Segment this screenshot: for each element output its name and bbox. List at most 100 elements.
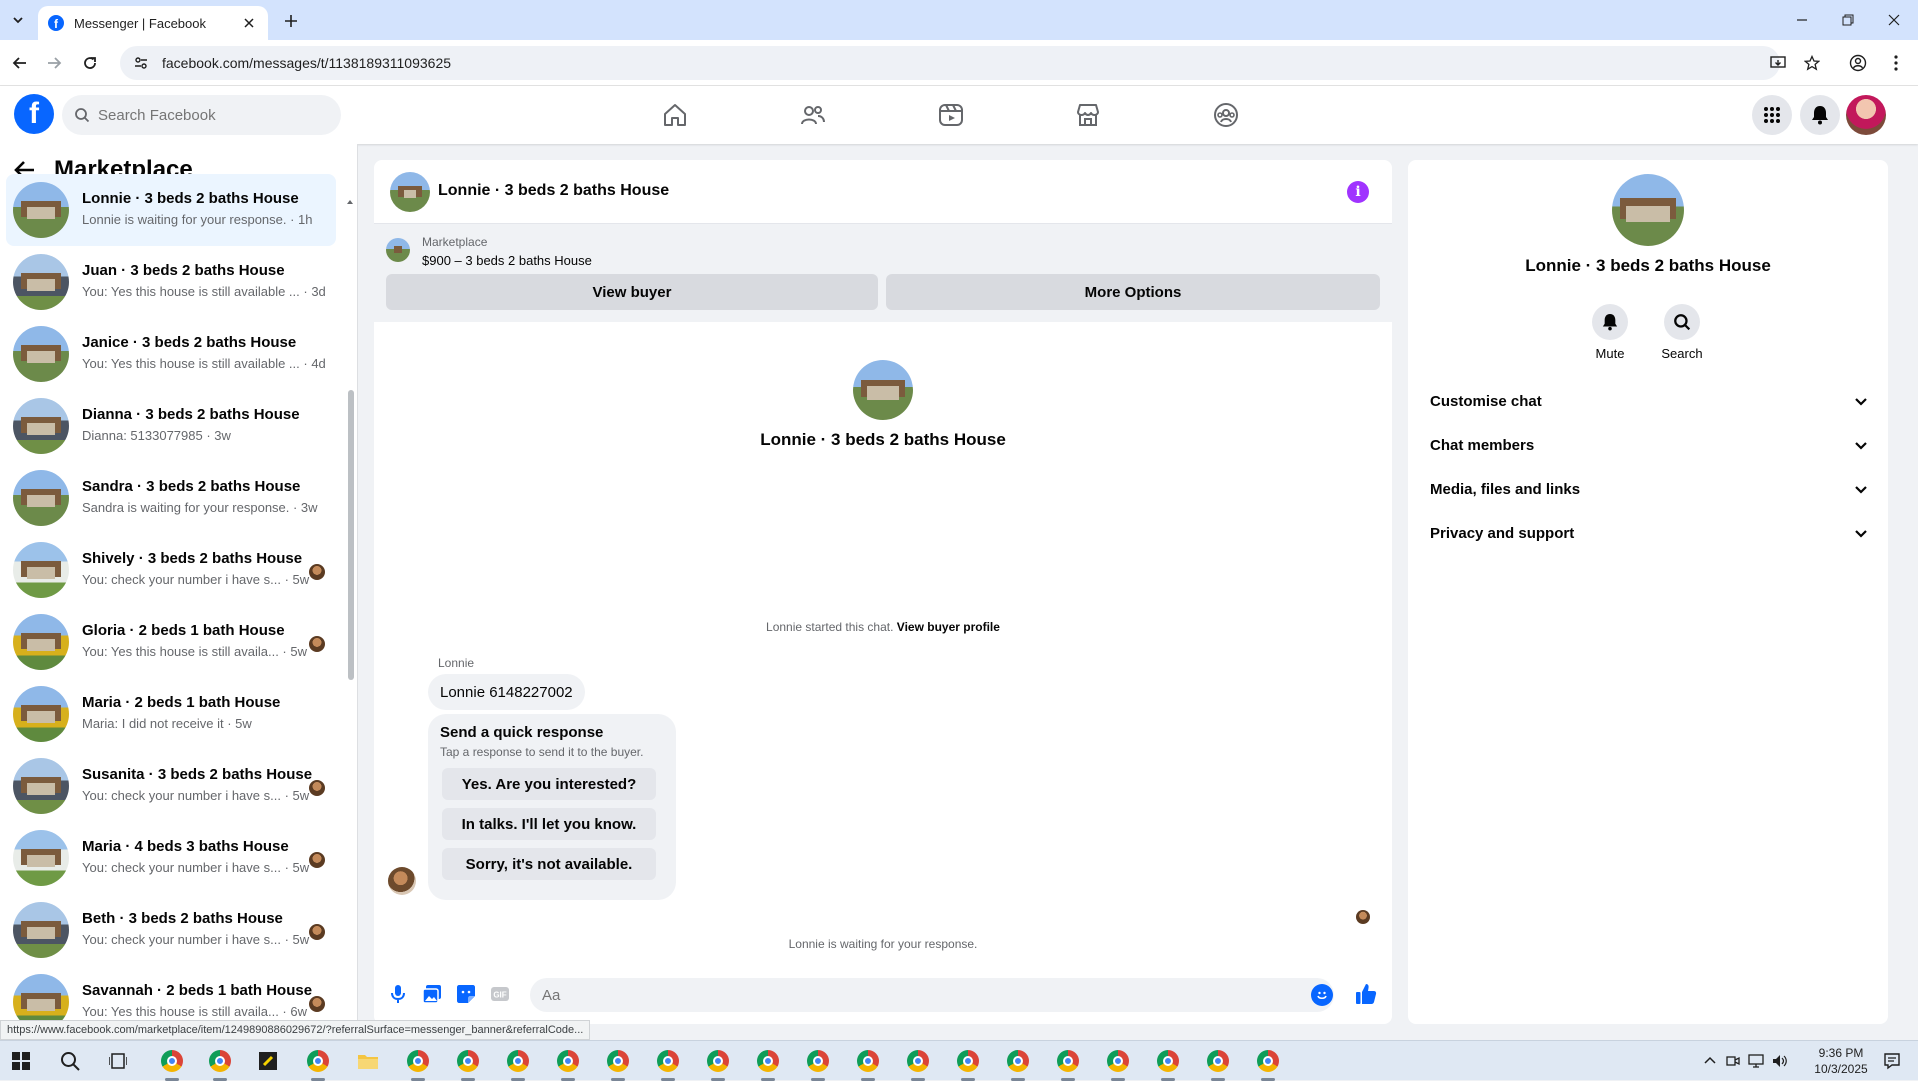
friends-icon[interactable] bbox=[788, 90, 838, 140]
mute-button[interactable]: Mute bbox=[1580, 304, 1640, 361]
privacy-support-section[interactable]: Privacy and support bbox=[1416, 513, 1880, 553]
restore-icon[interactable] bbox=[1828, 8, 1868, 32]
task-view-icon[interactable] bbox=[106, 1049, 130, 1073]
view-buyer-button[interactable]: View buyer bbox=[386, 274, 878, 310]
chevron-down-icon bbox=[1855, 398, 1867, 406]
taskbar-clock[interactable]: 9:36 PM 10/3/2025 bbox=[1806, 1045, 1876, 1077]
windows-start-icon[interactable] bbox=[9, 1049, 33, 1073]
chrome-taskbar-icon[interactable] bbox=[606, 1049, 630, 1073]
back-icon[interactable] bbox=[8, 51, 32, 75]
chrome-taskbar-icon[interactable] bbox=[160, 1049, 184, 1073]
chrome-taskbar-icon[interactable] bbox=[906, 1049, 930, 1073]
notifications-bell-icon[interactable] bbox=[1800, 95, 1840, 135]
chat-list-item[interactable]: Shively · 3 beds 2 baths House You: check… bbox=[6, 534, 336, 606]
chrome-taskbar-icon[interactable] bbox=[406, 1049, 430, 1073]
quick-response-button[interactable]: In talks. I'll let you know. bbox=[442, 808, 656, 840]
chrome-taskbar-icon[interactable] bbox=[656, 1049, 680, 1073]
conversation-title[interactable]: Lonnie · 3 beds 2 baths House bbox=[438, 182, 669, 200]
message-bubble[interactable]: Lonnie 6148227002 bbox=[428, 674, 585, 710]
quick-response-button[interactable]: Yes. Are you interested? bbox=[442, 768, 656, 800]
search-input[interactable] bbox=[98, 106, 318, 124]
scrollbar-thumb[interactable] bbox=[348, 390, 354, 680]
chrome-taskbar-icon[interactable] bbox=[806, 1049, 830, 1073]
details-avatar[interactable] bbox=[1612, 174, 1684, 246]
file-explorer-icon[interactable] bbox=[356, 1049, 380, 1073]
address-bar[interactable]: facebook.com/messages/t/1138189311093625 bbox=[120, 46, 1780, 80]
chat-list-item[interactable]: Juan · 3 beds 2 baths House You: Yes this… bbox=[6, 246, 336, 318]
notification-center-icon[interactable] bbox=[1880, 1049, 1904, 1073]
message-input[interactable] bbox=[530, 978, 1334, 1012]
taskbar-search-icon[interactable] bbox=[58, 1049, 82, 1073]
chrome-menu-icon[interactable] bbox=[1884, 51, 1908, 75]
media-files-links-section[interactable]: Media, files and links bbox=[1416, 469, 1880, 509]
meet-now-icon[interactable] bbox=[1726, 1054, 1740, 1068]
search-in-chat-button[interactable]: Search bbox=[1652, 304, 1712, 361]
chrome-taskbar-icon[interactable] bbox=[1006, 1049, 1030, 1073]
new-tab-icon[interactable] bbox=[280, 10, 302, 32]
chat-list-item[interactable]: Beth · 3 beds 2 baths House You: check yo… bbox=[6, 894, 336, 966]
view-buyer-profile-link[interactable]: View buyer profile bbox=[897, 620, 1000, 634]
chat-list-item[interactable]: Maria · 4 beds 3 baths House You: check y… bbox=[6, 822, 336, 894]
chrome-taskbar-icon[interactable] bbox=[1056, 1049, 1080, 1073]
chrome-taskbar-icon[interactable] bbox=[956, 1049, 980, 1073]
volume-icon[interactable] bbox=[1772, 1054, 1788, 1068]
chat-list-item[interactable]: Gloria · 2 beds 1 bath House You: Yes thi… bbox=[6, 606, 336, 678]
video-icon[interactable] bbox=[926, 90, 976, 140]
marketplace-icon[interactable] bbox=[1063, 90, 1113, 140]
site-info-icon[interactable] bbox=[134, 56, 148, 70]
emoji-icon[interactable] bbox=[1311, 984, 1333, 1006]
chat-members-section[interactable]: Chat members bbox=[1416, 425, 1880, 465]
chrome-taskbar-icon[interactable] bbox=[756, 1049, 780, 1073]
browser-tab[interactable]: f Messenger | Facebook bbox=[38, 6, 268, 40]
chrome-taskbar-icon[interactable] bbox=[1156, 1049, 1180, 1073]
tray-chevron-up-icon[interactable] bbox=[1704, 1055, 1716, 1067]
started-text: Lonnie started this chat. bbox=[766, 620, 894, 634]
install-app-icon[interactable] bbox=[1766, 51, 1790, 75]
customise-chat-section[interactable]: Customise chat bbox=[1416, 381, 1880, 421]
bookmark-star-icon[interactable] bbox=[1800, 51, 1824, 75]
more-options-button[interactable]: More Options bbox=[886, 274, 1380, 310]
gif-icon[interactable]: GIF bbox=[488, 982, 512, 1006]
chrome-taskbar-icon[interactable] bbox=[1206, 1049, 1230, 1073]
chrome-taskbar-icon[interactable] bbox=[456, 1049, 480, 1073]
listing-price[interactable]: $900 – 3 beds 2 baths House bbox=[422, 253, 592, 268]
chrome-taskbar-icon[interactable] bbox=[706, 1049, 730, 1073]
chat-list-item[interactable]: Janice · 3 beds 2 baths House You: Yes th… bbox=[6, 318, 336, 390]
chrome-taskbar-icon[interactable] bbox=[306, 1049, 330, 1073]
tab-search-icon[interactable] bbox=[6, 8, 30, 32]
menu-grid-icon[interactable] bbox=[1752, 95, 1792, 135]
sticky-notes-icon[interactable] bbox=[256, 1049, 280, 1073]
quick-response-button[interactable]: Sorry, it's not available. bbox=[442, 848, 656, 880]
photo-icon[interactable] bbox=[420, 982, 444, 1006]
conversation-thumbnail[interactable] bbox=[390, 172, 430, 212]
chrome-taskbar-icon[interactable] bbox=[1106, 1049, 1130, 1073]
chrome-taskbar-icon[interactable] bbox=[556, 1049, 580, 1073]
chrome-taskbar-icon[interactable] bbox=[1256, 1049, 1280, 1073]
chrome-taskbar-icon[interactable] bbox=[208, 1049, 232, 1073]
thumbs-up-icon[interactable] bbox=[1354, 982, 1378, 1006]
network-icon[interactable] bbox=[1748, 1054, 1764, 1068]
groups-icon[interactable] bbox=[1201, 90, 1251, 140]
home-icon[interactable] bbox=[650, 90, 700, 140]
chat-list-item[interactable]: Dianna · 3 beds 2 baths House Dianna: 513… bbox=[6, 390, 336, 462]
chat-list-item[interactable]: Maria · 2 beds 1 bath House Maria: I did … bbox=[6, 678, 336, 750]
microphone-icon[interactable] bbox=[386, 982, 410, 1006]
reload-icon[interactable] bbox=[78, 51, 102, 75]
chrome-taskbar-icon[interactable] bbox=[506, 1049, 530, 1073]
sender-avatar[interactable] bbox=[388, 867, 416, 895]
chat-list-item[interactable]: Lonnie · 3 beds 2 baths House Lonnie is w… bbox=[6, 174, 336, 246]
minimize-icon[interactable] bbox=[1782, 8, 1822, 32]
account-avatar[interactable] bbox=[1846, 95, 1886, 135]
info-icon[interactable]: i bbox=[1347, 181, 1369, 203]
close-window-icon[interactable] bbox=[1874, 8, 1914, 32]
forward-icon[interactable] bbox=[42, 51, 66, 75]
facebook-search[interactable] bbox=[62, 95, 341, 135]
facebook-logo[interactable]: f bbox=[14, 94, 54, 134]
sticker-icon[interactable] bbox=[454, 982, 478, 1006]
chat-list-item[interactable]: Susanita · 3 beds 2 baths House You: chec… bbox=[6, 750, 336, 822]
chat-list-item[interactable]: Sandra · 3 beds 2 baths House Sandra is w… bbox=[6, 462, 336, 534]
tab-close-icon[interactable] bbox=[240, 14, 258, 32]
profile-icon[interactable] bbox=[1846, 51, 1870, 75]
chrome-taskbar-icon[interactable] bbox=[856, 1049, 880, 1073]
chat-list-item[interactable]: Savannah · 2 beds 1 bath House You: Yes t… bbox=[6, 966, 336, 1026]
